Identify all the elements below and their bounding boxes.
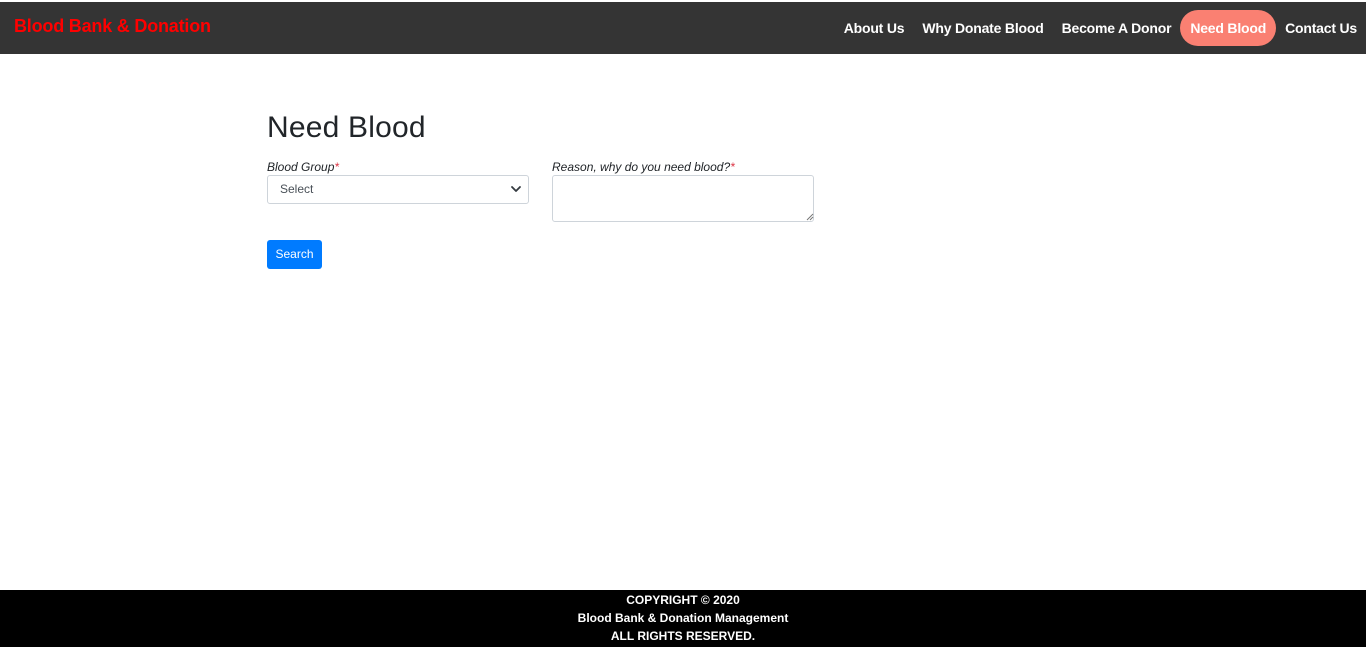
reason-label: Reason, why do you need blood?* <box>552 160 814 174</box>
reason-textarea[interactable] <box>552 175 814 222</box>
blood-group-label: Blood Group* <box>267 160 529 174</box>
footer: COPYRIGHT © 2020 Blood Bank & Donation M… <box>0 590 1366 647</box>
nav-become-a-donor[interactable]: Become A Donor <box>1053 10 1181 46</box>
nav-menu: About Us Why Donate Blood Become A Donor… <box>835 10 1366 46</box>
footer-rights: ALL RIGHTS RESERVED. <box>610 629 756 643</box>
nav-about-us[interactable]: About Us <box>835 10 914 46</box>
resize-handle-icon[interactable] <box>805 212 814 221</box>
reason-label-text: Reason, why do you need blood? <box>552 160 731 174</box>
nav-contact-us[interactable]: Contact Us <box>1276 10 1366 46</box>
navbar: Blood Bank & Donation About Us Why Donat… <box>0 2 1366 54</box>
blood-group-selected-value: Select <box>280 182 314 196</box>
page-title: Need Blood <box>267 111 426 144</box>
footer-copyright: COPYRIGHT © 2020 <box>626 593 740 607</box>
brand-link[interactable]: Blood Bank & Donation <box>14 16 211 37</box>
required-mark: * <box>334 160 340 174</box>
footer-org-name: Blood Bank & Donation Management <box>577 611 789 625</box>
nav-need-blood[interactable]: Need Blood <box>1180 10 1277 46</box>
required-mark: * <box>730 160 735 174</box>
need-blood-form: Blood Group* Select Reason, why do you n… <box>267 160 827 230</box>
blood-group-field: Blood Group* Select <box>267 160 529 204</box>
chevron-down-icon <box>511 186 521 192</box>
main-content: Need Blood Blood Group* Select Reason, w… <box>267 108 827 269</box>
reason-field: Reason, why do you need blood?* <box>552 160 814 222</box>
blood-group-label-text: Blood Group <box>267 160 335 174</box>
blood-group-select[interactable]: Select <box>267 175 529 204</box>
nav-why-donate-blood[interactable]: Why Donate Blood <box>913 10 1052 46</box>
search-button[interactable]: Search <box>267 240 322 269</box>
